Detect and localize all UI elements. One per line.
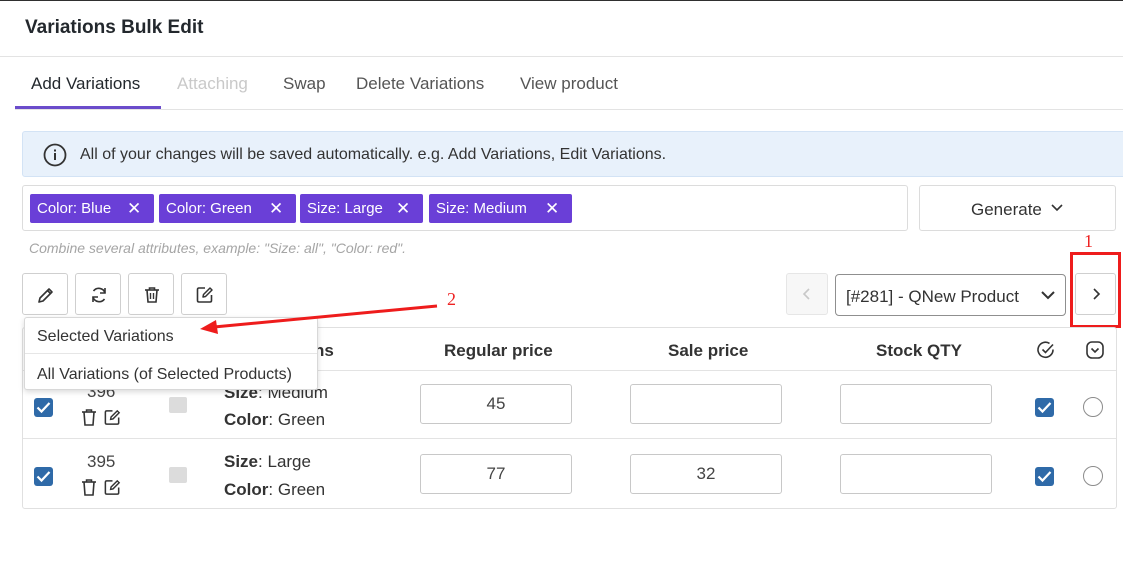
enable-checkbox[interactable] — [1035, 467, 1054, 486]
tab-swap[interactable]: Swap — [283, 74, 326, 94]
annotation-highlight-box — [1070, 252, 1121, 328]
sale-price-input[interactable]: 32 — [630, 454, 782, 494]
dropdown-divider — [25, 353, 317, 354]
dropdown-item-all-variations[interactable]: All Variations (of Selected Products) — [37, 366, 292, 384]
attribute-chip: Size: Medium ✕ — [429, 194, 572, 223]
row-divider — [23, 438, 1116, 439]
regular-price-input[interactable]: 45 — [420, 384, 572, 424]
trash-icon — [145, 287, 159, 303]
edit-scope-dropdown: Selected Variations All Variations (of S… — [24, 317, 318, 390]
stock-qty-input[interactable] — [840, 384, 992, 424]
refresh-icon — [92, 287, 106, 303]
regular-price-input[interactable]: 77 — [420, 454, 572, 494]
delete-button[interactable] — [128, 273, 174, 315]
product-select[interactable]: [#281] - QNew Product — [835, 274, 1066, 316]
attribute-chip: Size: Large ✕ — [300, 194, 423, 223]
chevron-left-icon — [802, 288, 810, 300]
previous-product-button[interactable] — [786, 273, 828, 315]
chevron-down-icon — [1051, 204, 1063, 212]
info-notice: All of your changes will be saved automa… — [22, 131, 1123, 177]
attribute-chip: Color: Green ✕ — [159, 194, 296, 223]
checkmark-icon — [1037, 471, 1052, 483]
attribute-hint: Combine several attributes, example: "Si… — [29, 240, 407, 256]
annotation-label-1: 1 — [1084, 231, 1093, 251]
refresh-button[interactable] — [75, 273, 121, 315]
info-icon — [43, 143, 67, 167]
color-attribute: Color: Green — [224, 480, 326, 499]
default-radio[interactable] — [1083, 397, 1103, 417]
tab-bar: Add Variations Attaching Swap Delete Var… — [15, 62, 1123, 110]
column-header-regular-price: Regular price — [444, 341, 553, 360]
page-header: Variations Bulk Edit — [0, 1, 1123, 57]
size-key: Size — [224, 452, 259, 471]
chip-label: Color: Blue — [37, 200, 112, 217]
chip-remove-icon[interactable]: ✕ — [545, 194, 559, 223]
pencil-icon — [38, 288, 53, 303]
edit-square-icon — [196, 287, 213, 303]
dropdown-item-selected-variations[interactable]: Selected Variations — [37, 328, 174, 346]
column-header-sale-price: Sale price — [668, 341, 749, 360]
color-value: Green — [277, 480, 326, 499]
tab-view-product[interactable]: View product — [520, 74, 618, 94]
edit-square-icon[interactable] — [103, 478, 122, 497]
chip-label: Size: Large — [307, 200, 383, 217]
column-header-stock-qty: Stock QTY — [876, 341, 962, 360]
chip-remove-icon[interactable]: ✕ — [269, 194, 283, 223]
chevron-square-icon — [1086, 341, 1104, 359]
chevron-down-icon — [1041, 291, 1055, 300]
notice-text: All of your changes will be saved automa… — [80, 146, 667, 163]
color-key: Color — [224, 410, 269, 429]
chip-remove-icon[interactable]: ✕ — [127, 194, 141, 223]
active-tab-indicator — [15, 106, 161, 109]
attribute-selector[interactable]: Color: Blue ✕ Color: Green ✕ Size: Large… — [22, 185, 908, 231]
generate-button[interactable]: Generate — [919, 185, 1116, 231]
color-attribute: Color: Green — [224, 410, 326, 429]
edit-square-icon[interactable] — [103, 408, 122, 427]
trash-icon[interactable] — [80, 408, 98, 427]
variation-id: 395 — [87, 452, 116, 471]
check-circle-icon — [1037, 341, 1054, 358]
size-attribute: Size: Large — [224, 452, 311, 471]
bulk-edit-button[interactable] — [181, 273, 227, 315]
tab-add-variations[interactable]: Add Variations — [31, 74, 140, 94]
color-value: Green — [277, 410, 326, 429]
chip-label: Size: Medium — [436, 200, 527, 217]
enable-checkbox[interactable] — [1035, 398, 1054, 417]
image-placeholder-icon[interactable] — [169, 467, 187, 483]
selected-product: [#281] - QNew Product — [846, 287, 1019, 306]
checkmark-icon — [36, 402, 51, 414]
annotation-label-2: 2 — [447, 289, 456, 309]
edit-pencil-button[interactable] — [22, 273, 68, 315]
trash-icon[interactable] — [80, 478, 98, 497]
row-checkbox[interactable] — [34, 398, 53, 417]
tab-attaching[interactable]: Attaching — [177, 74, 248, 94]
tab-delete-variations[interactable]: Delete Variations — [356, 74, 484, 94]
checkmark-icon — [1037, 402, 1052, 414]
row-checkbox[interactable] — [34, 467, 53, 486]
stock-qty-input[interactable] — [840, 454, 992, 494]
chip-remove-icon[interactable]: ✕ — [396, 194, 410, 223]
generate-label: Generate — [971, 200, 1042, 219]
attribute-chip: Color: Blue ✕ — [30, 194, 154, 223]
image-placeholder-icon[interactable] — [169, 397, 187, 413]
sale-price-input[interactable] — [630, 384, 782, 424]
color-key: Color — [224, 480, 269, 499]
chip-label: Color: Green — [166, 200, 252, 217]
checkmark-icon — [36, 471, 51, 483]
page-title: Variations Bulk Edit — [25, 17, 204, 38]
size-value: Large — [267, 452, 311, 471]
default-radio[interactable] — [1083, 466, 1103, 486]
